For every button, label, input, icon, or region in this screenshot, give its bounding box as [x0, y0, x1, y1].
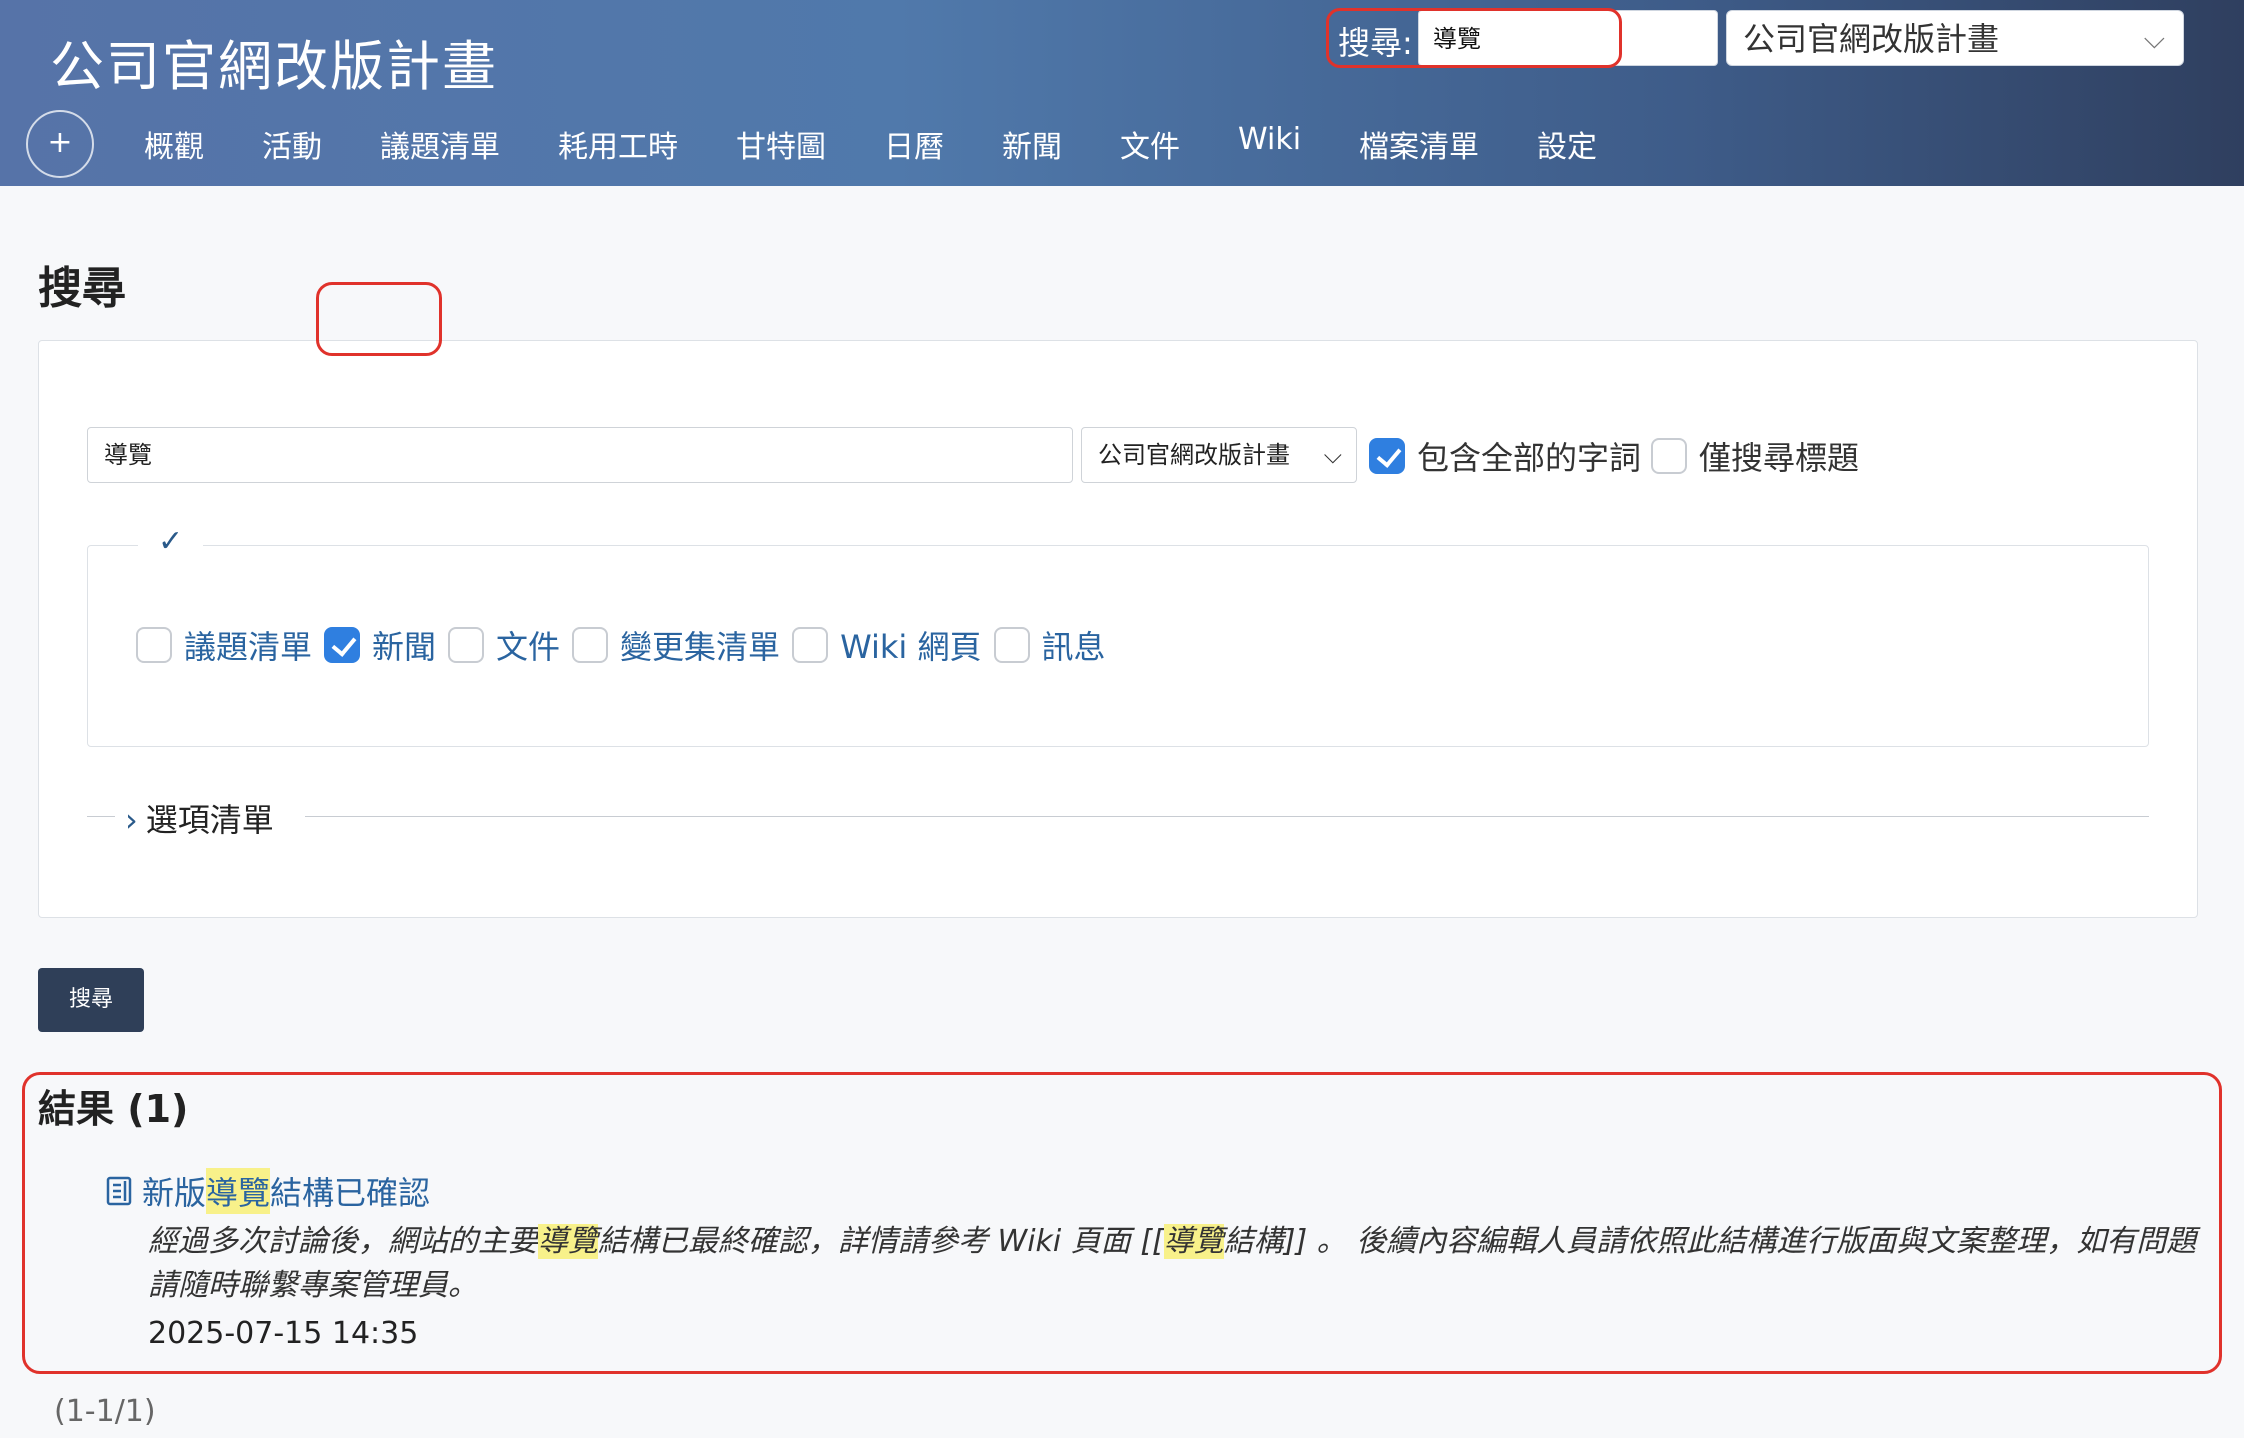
scope-documents-label: 文件	[496, 628, 561, 666]
result-title-post: 結構已確認	[270, 1174, 431, 1212]
scope-documents[interactable]: 文件	[448, 622, 560, 668]
scope-issues-label: 議題清單	[184, 628, 313, 666]
titles-only-option[interactable]: 僅搜尋標題	[1651, 433, 1859, 479]
scope-messages[interactable]: 訊息	[993, 622, 1106, 668]
scope-news[interactable]: 新聞	[324, 622, 436, 668]
tab-wiki[interactable]: Wiki	[1238, 122, 1301, 166]
scope-issues-checkbox[interactable]	[136, 627, 172, 663]
tab-news[interactable]: 新聞	[1002, 122, 1062, 166]
highlight-box-quick-search	[1326, 8, 1622, 68]
result-title-link[interactable]: 新版 導覽 結構已確認	[106, 1168, 430, 1214]
scope-news-checkbox[interactable]	[324, 627, 361, 663]
scope-documents-checkbox[interactable]	[448, 627, 485, 663]
pagination-info: (1-1/1)	[54, 1394, 156, 1429]
tab-overview[interactable]: 概觀	[144, 122, 204, 166]
result-title-highlight: 導覽	[206, 1168, 271, 1214]
all-words-label: 包含全部的字詞	[1417, 439, 1642, 477]
divider	[87, 816, 115, 817]
search-types-row: 議題清單 新聞 文件 變更集清單 Wiki 網頁 訊息	[136, 622, 1118, 668]
options-label: 選項清單	[145, 801, 274, 839]
news-document-icon	[106, 1176, 132, 1206]
chevron-down-icon: ⌵	[1323, 441, 1342, 469]
tab-activity[interactable]: 活動	[262, 122, 322, 166]
titles-only-checkbox[interactable]	[1651, 438, 1687, 474]
scope-wiki-pages[interactable]: Wiki 網頁	[792, 622, 982, 668]
search-scope-select[interactable]: 公司官網改版計畫 ⌵	[1081, 427, 1357, 483]
tab-settings[interactable]: 設定	[1537, 122, 1597, 166]
tab-gantt[interactable]: 甘特圖	[736, 122, 826, 166]
options-collapsible[interactable]: › 選項清單	[87, 795, 2149, 839]
scope-news-label: 新聞	[372, 628, 437, 666]
app-title: 公司官網改版計畫	[50, 35, 498, 98]
search-scope-value: 公司官網改版計畫	[1098, 441, 1290, 469]
toggle-all-check-icon[interactable]: ✓	[138, 524, 204, 559]
chevron-down-icon: ⌵	[2143, 22, 2165, 55]
scope-messages-checkbox[interactable]	[993, 627, 1030, 663]
scope-wiki-pages-checkbox[interactable]	[792, 627, 829, 663]
search-query-input[interactable]: 導覽	[87, 427, 1073, 483]
result-description: 經過多次討論後，網站的主要導覽結構已最終確認，詳情請參考 Wiki 頁面 [[導…	[148, 1224, 2197, 1303]
tab-files[interactable]: 檔案清單	[1359, 122, 1479, 166]
search-submit-button[interactable]: 搜尋	[38, 968, 144, 1032]
project-jump-select[interactable]: 公司官網改版計畫 ⌵	[1726, 10, 2184, 66]
result-title-pre: 新版	[142, 1174, 207, 1212]
options-toggle-label[interactable]: › 選項清單	[125, 795, 274, 841]
highlight-box-news-scope	[316, 282, 442, 356]
all-words-option[interactable]: 包含全部的字詞	[1369, 433, 1641, 479]
result-date: 2025-07-15 14:35	[148, 1316, 419, 1351]
titles-only-label: 僅搜尋標題	[1699, 439, 1860, 477]
page-title: 搜尋	[38, 263, 126, 314]
tab-documents[interactable]: 文件	[1120, 122, 1180, 166]
tab-calendar[interactable]: 日曆	[884, 122, 944, 166]
project-menu: 概觀 活動 議題清單 耗用工時 甘特圖 日曆 新聞 文件 Wiki 檔案清單 設…	[144, 122, 1655, 166]
all-words-checkbox[interactable]	[1369, 438, 1405, 474]
search-types-fieldset: ✓ 議題清單 新聞 文件 變更集清單 Wiki 網頁 訊息	[87, 524, 2149, 747]
scope-messages-label: 訊息	[1041, 628, 1106, 666]
scope-changesets-checkbox[interactable]	[572, 627, 609, 663]
top-header: 公司官網改版計畫 搜尋: 導覽 公司官網改版計畫 ⌵ + 概觀 活動 議題清單 …	[0, 0, 2244, 186]
search-form-panel: 導覽 公司官網改版計畫 ⌵ 包含全部的字詞 僅搜尋標題 ✓ 議題清單 新聞 文件	[38, 340, 2198, 918]
scope-changesets[interactable]: 變更集清單	[572, 622, 780, 668]
scope-changesets-label: 變更集清單	[620, 628, 781, 666]
scope-wiki-pages-label: Wiki 網頁	[840, 628, 982, 666]
scope-issues[interactable]: 議題清單	[136, 622, 312, 668]
new-object-button[interactable]: +	[26, 110, 94, 178]
project-jump-value: 公司官網改版計畫	[1743, 20, 2000, 58]
divider	[305, 816, 2149, 817]
results-heading: 結果 (1)	[38, 1087, 189, 1131]
chevron-right-icon: ›	[125, 801, 138, 839]
tab-issues[interactable]: 議題清單	[380, 122, 500, 166]
tab-time-entries[interactable]: 耗用工時	[558, 122, 678, 166]
